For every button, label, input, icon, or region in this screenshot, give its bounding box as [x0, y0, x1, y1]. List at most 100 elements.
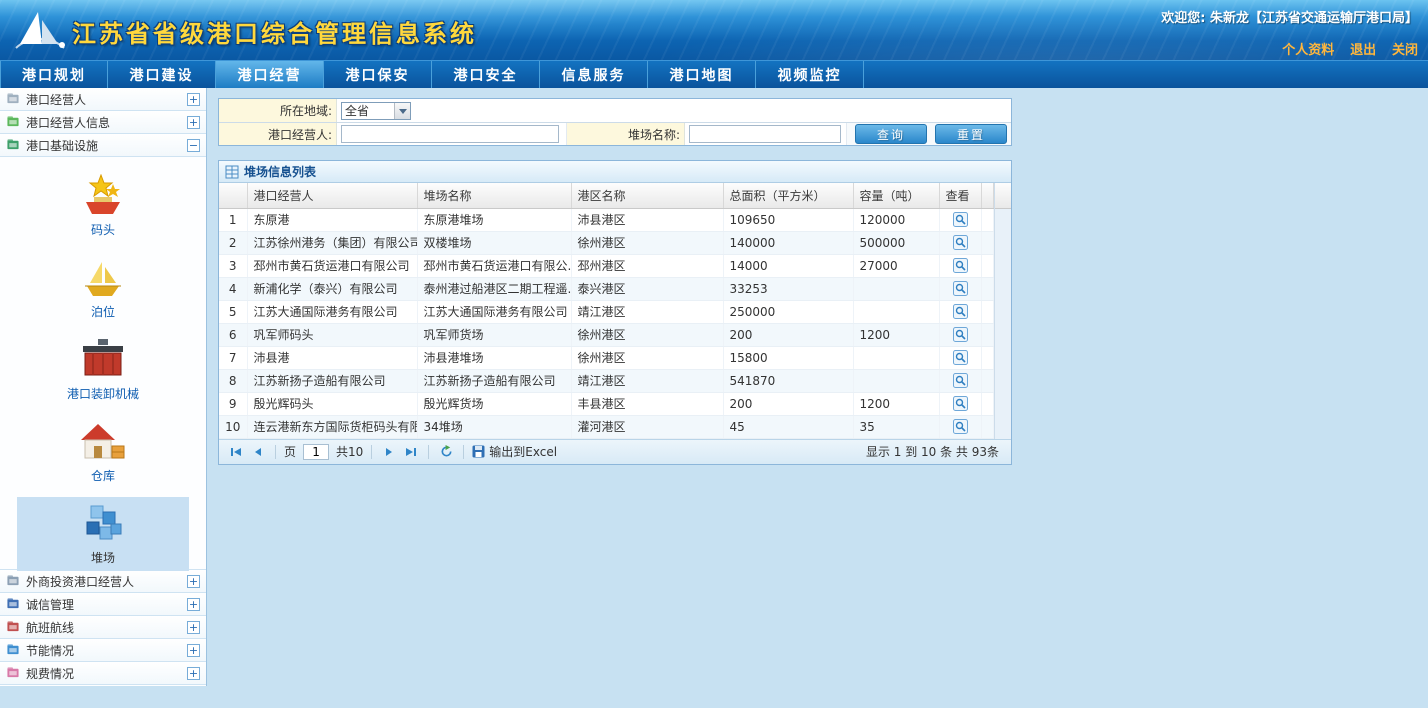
- header-total-area[interactable]: 总面积（平方米）: [723, 183, 853, 208]
- cell-spare: [981, 323, 993, 346]
- toggle-expand-button[interactable]: +: [187, 621, 200, 634]
- sidebar-group-shipping-routes[interactable]: 航班航线 +: [0, 616, 206, 639]
- table-row[interactable]: 4 新浦化学（泰兴）有限公司 泰州港过船港区二期工程遥... 泰兴港区 3325…: [219, 277, 993, 300]
- facility-item-yard[interactable]: 堆场: [17, 497, 189, 571]
- cell-row-number: 9: [219, 392, 247, 415]
- cell-total-area: 250000: [723, 300, 853, 323]
- first-page-button[interactable]: [227, 443, 245, 461]
- operator-label: 港口经营人:: [219, 123, 337, 145]
- logout-link[interactable]: 退出: [1350, 43, 1376, 58]
- total-pages-label: 共10: [336, 443, 363, 460]
- sidebar-group-label: 外商投资港口经营人: [26, 573, 187, 590]
- cell-spare: [981, 392, 993, 415]
- cell-row-number: 8: [219, 369, 247, 392]
- table-row[interactable]: 10 连云港新东方国际货柜码头有限... 34堆场 灌河港区 45 35: [219, 415, 993, 438]
- table-row[interactable]: 6 巩军师码头 巩军师货场 徐州港区 200 1200: [219, 323, 993, 346]
- nav-tab-planning[interactable]: 港口规划: [0, 61, 108, 88]
- toggle-expand-button[interactable]: +: [187, 93, 200, 106]
- view-detail-button[interactable]: [953, 281, 968, 296]
- table-row[interactable]: 2 江苏徐州港务（集团）有限公司 双楼堆场 徐州港区 140000 500000: [219, 231, 993, 254]
- sidebar-group-icon: [6, 597, 21, 611]
- nav-tab-map[interactable]: 港口地图: [648, 61, 756, 88]
- sidebar-group-port-operator[interactable]: 港口经营人 +: [0, 88, 206, 111]
- sidebar-group-fees[interactable]: 规费情况 +: [0, 662, 206, 685]
- cell-view: [939, 277, 981, 300]
- toggle-expand-button[interactable]: +: [187, 116, 200, 129]
- facility-item-berth[interactable]: 泊位: [17, 251, 189, 325]
- toggle-expand-button[interactable]: −: [187, 139, 200, 152]
- toggle-expand-button[interactable]: +: [187, 598, 200, 611]
- table-row[interactable]: 3 邳州市黄石货运港口有限公司 邳州市黄石货运港口有限公... 邳州港区 140…: [219, 254, 993, 277]
- table-row[interactable]: 1 东原港 东原港堆场 沛县港区 109650 120000: [219, 208, 993, 231]
- nav-tab-info-service[interactable]: 信息服务: [540, 61, 648, 88]
- nav-tab-safety[interactable]: 港口安全: [432, 61, 540, 88]
- sidebar-group-foreign-invested-operator[interactable]: 外商投资港口经营人 +: [0, 570, 206, 593]
- cell-total-area: 14000: [723, 254, 853, 277]
- cell-capacity: 500000: [853, 231, 939, 254]
- cell-total-area: 200: [723, 323, 853, 346]
- header-port-operator[interactable]: 港口经营人: [247, 183, 417, 208]
- region-select[interactable]: 全省: [341, 102, 411, 120]
- cell-spare: [981, 277, 993, 300]
- table-row[interactable]: 9 殷光辉码头 殷光辉货场 丰县港区 200 1200: [219, 392, 993, 415]
- sidebar-group-credit-management[interactable]: 诚信管理 +: [0, 593, 206, 616]
- sidebar-group-energy-saving[interactable]: 节能情况 +: [0, 639, 206, 662]
- cell-port-operator: 邳州市黄石货运港口有限公司: [247, 254, 417, 277]
- port-operator-input[interactable]: [341, 125, 559, 143]
- header-view[interactable]: 查看: [939, 183, 981, 208]
- nav-tab-video[interactable]: 视频监控: [756, 61, 864, 88]
- cell-port-district: 徐州港区: [571, 346, 723, 369]
- query-button[interactable]: 查询: [855, 124, 927, 144]
- sidebar-group-port-infrastructure[interactable]: 港口基础设施 −: [0, 134, 206, 157]
- facility-item-machinery[interactable]: 港口装卸机械: [17, 333, 189, 407]
- view-detail-button[interactable]: [953, 212, 968, 227]
- view-detail-button[interactable]: [953, 235, 968, 250]
- sidebar-group-icon: [6, 620, 21, 634]
- table-row[interactable]: 7 沛县港 沛县港堆场 徐州港区 15800: [219, 346, 993, 369]
- reset-button[interactable]: 重置: [935, 124, 1007, 144]
- toggle-expand-button[interactable]: +: [187, 575, 200, 588]
- cell-row-number: 7: [219, 346, 247, 369]
- view-detail-button[interactable]: [953, 304, 968, 319]
- cell-spare: [981, 346, 993, 369]
- refresh-icon[interactable]: [437, 443, 455, 461]
- cell-port-district: 沛县港区: [571, 208, 723, 231]
- header-capacity[interactable]: 容量（吨）: [853, 183, 939, 208]
- prev-page-button[interactable]: [249, 443, 267, 461]
- last-page-button[interactable]: [402, 443, 420, 461]
- page-number-input[interactable]: [303, 444, 329, 460]
- export-excel-button[interactable]: 输出到Excel: [472, 443, 557, 460]
- page-label: 页: [284, 443, 296, 460]
- sidebar-group-icon: [6, 138, 21, 152]
- view-detail-button[interactable]: [953, 396, 968, 411]
- header-port-district[interactable]: 港区名称: [571, 183, 723, 208]
- nav-tab-operation[interactable]: 港口经营: [216, 61, 324, 88]
- wharf-ship-icon: [79, 174, 127, 218]
- cell-port-operator: 江苏大通国际港务有限公司: [247, 300, 417, 323]
- view-detail-button[interactable]: [953, 419, 968, 434]
- sidebar-group-port-operator-info[interactable]: 港口经营人信息 +: [0, 111, 206, 134]
- cell-port-district: 灌河港区: [571, 415, 723, 438]
- toggle-expand-button[interactable]: +: [187, 644, 200, 657]
- toggle-expand-button[interactable]: +: [187, 667, 200, 680]
- header-yard-name[interactable]: 堆场名称: [417, 183, 571, 208]
- table-row[interactable]: 5 江苏大通国际港务有限公司 江苏大通国际港务有限公司 靖江港区 250000: [219, 300, 993, 323]
- app-header: 江苏省省级港口综合管理信息系统 欢迎您: 朱新龙【江苏省交通运输厅港口局】 个人…: [0, 0, 1428, 60]
- table-row[interactable]: 8 江苏新扬子造船有限公司 江苏新扬子造船有限公司 靖江港区 541870: [219, 369, 993, 392]
- facility-item-warehouse[interactable]: 仓库: [17, 415, 189, 489]
- close-link[interactable]: 关闭: [1392, 43, 1418, 58]
- yard-name-input[interactable]: [689, 125, 841, 143]
- view-detail-button[interactable]: [953, 327, 968, 342]
- vertical-scrollbar[interactable]: [994, 183, 1012, 439]
- view-detail-button[interactable]: [953, 258, 968, 273]
- save-disk-icon: [472, 445, 485, 458]
- nav-tab-security[interactable]: 港口保安: [324, 61, 432, 88]
- header-spare: [981, 183, 993, 208]
- view-detail-button[interactable]: [953, 350, 968, 365]
- view-detail-button[interactable]: [953, 373, 968, 388]
- pager-bar: 页 共10: [219, 439, 1011, 464]
- nav-tab-construction[interactable]: 港口建设: [108, 61, 216, 88]
- profile-link[interactable]: 个人资料: [1282, 43, 1334, 58]
- next-page-button[interactable]: [380, 443, 398, 461]
- facility-item-wharf[interactable]: 码头: [17, 169, 189, 243]
